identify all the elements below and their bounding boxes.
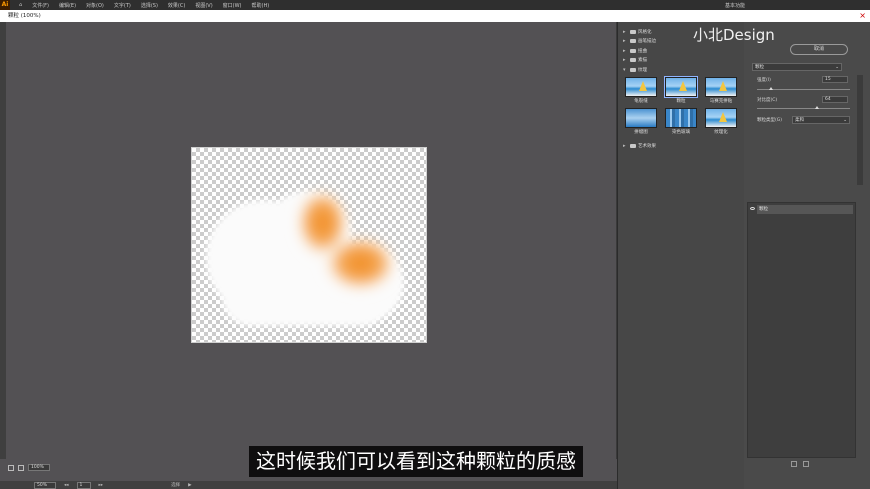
intensity-label: 强度(I) bbox=[757, 78, 771, 83]
menu-help[interactable]: 帮助(H) bbox=[247, 2, 275, 9]
illustrator-logo-icon: Ai bbox=[0, 0, 10, 10]
chevron-right-icon: ▸ bbox=[623, 28, 626, 35]
cancel-button[interactable]: 取消 bbox=[790, 44, 848, 55]
category-artistic[interactable]: ▸ 艺术效果 bbox=[618, 141, 656, 151]
folder-icon bbox=[630, 29, 636, 34]
chevron-down-icon: ▾ bbox=[623, 66, 626, 73]
category-label: 素描 bbox=[638, 58, 647, 64]
contrast-slider-knob[interactable] bbox=[814, 106, 819, 109]
category-label: 纹理 bbox=[638, 67, 647, 73]
thumb-label: 染色玻璃 bbox=[672, 130, 690, 135]
folder-icon bbox=[630, 39, 636, 44]
thumb-label: 颗粒 bbox=[676, 99, 686, 104]
tools-strip bbox=[0, 22, 6, 459]
bottom-zoom-field[interactable]: 50% bbox=[34, 481, 56, 489]
watermark: 小北Design bbox=[693, 26, 775, 44]
thumb-label: 纹理化 bbox=[714, 130, 728, 135]
rotate-view-icon[interactable] bbox=[18, 464, 24, 471]
zoom-field[interactable]: 100% bbox=[28, 464, 50, 471]
layer-buttons bbox=[791, 461, 809, 467]
thumb-label: 拼缀图 bbox=[634, 130, 648, 135]
close-icon[interactable]: × bbox=[859, 10, 866, 22]
grain-type-select[interactable]: 柔和 ⌄ bbox=[792, 116, 850, 124]
video-subtitle: 这时候我们可以看到这种颗粒的质感 bbox=[249, 446, 583, 477]
chevron-right-icon: ▸ bbox=[623, 38, 626, 45]
menu-select[interactable]: 选择(S) bbox=[136, 2, 163, 9]
bottom-status-bar: 50% ◂◂ 1 ▸▸ 选择 ▶ bbox=[0, 481, 617, 489]
intensity-slider-knob[interactable] bbox=[768, 87, 773, 90]
menu-type[interactable]: 文字(T) bbox=[109, 2, 136, 9]
thumb-texturizer[interactable]: 纹理化 bbox=[703, 108, 739, 135]
grain-type-value: 柔和 bbox=[795, 118, 804, 123]
home-icon[interactable]: ⌂ bbox=[14, 2, 27, 8]
category-label: 艺术效果 bbox=[638, 143, 656, 149]
page-field[interactable]: 1 bbox=[76, 481, 91, 489]
artboard[interactable] bbox=[191, 147, 427, 343]
artboard-nav-icon[interactable] bbox=[8, 464, 14, 471]
folder-icon bbox=[630, 48, 636, 53]
category-texture[interactable]: ▾ 纹理 bbox=[618, 65, 744, 75]
thumb-mosaic-tiles[interactable]: 马赛克拼贴 bbox=[703, 77, 739, 104]
folder-icon bbox=[630, 143, 636, 148]
thumb-label: 龟裂缝 bbox=[634, 99, 648, 104]
menu-effect[interactable]: 效果(C) bbox=[163, 2, 190, 9]
texture-thumbnails: 龟裂缝 颗粒 马赛克拼贴 拼缀图 染色玻璃 纹理化 bbox=[623, 76, 739, 135]
effect-layer-item[interactable]: 颗粒 bbox=[757, 205, 853, 214]
chevron-down-icon: ⌄ bbox=[835, 65, 839, 70]
settings-scrollbar[interactable] bbox=[857, 75, 863, 185]
category-label: 画笔描边 bbox=[638, 39, 656, 45]
thumb-stained-glass[interactable]: 染色玻璃 bbox=[663, 108, 699, 135]
thumb-grain[interactable]: 颗粒 bbox=[663, 76, 699, 104]
delete-effect-layer-icon[interactable] bbox=[803, 461, 809, 467]
category-label: 扭曲 bbox=[638, 48, 647, 54]
folder-open-icon bbox=[630, 67, 636, 72]
next-page-icon[interactable]: ▸▸ bbox=[99, 483, 104, 488]
grain-type-label: 颗粒类型(G) bbox=[757, 118, 782, 123]
current-tool-label: 选择 bbox=[171, 483, 181, 488]
chevron-down-icon: ⌄ bbox=[843, 118, 847, 123]
menu-edit[interactable]: 编辑(E) bbox=[54, 2, 81, 9]
chevron-right-icon: ▸ bbox=[623, 47, 626, 54]
eye-icon[interactable] bbox=[750, 207, 755, 210]
menu-file[interactable]: 文件(F) bbox=[27, 2, 54, 9]
contrast-input[interactable]: 64 bbox=[822, 96, 848, 103]
contrast-slider[interactable] bbox=[757, 106, 850, 109]
folder-icon bbox=[630, 58, 636, 63]
menu-bar: Ai ⌂ 文件(F) 编辑(E) 对象(O) 文字(T) 选择(S) 效果(C)… bbox=[0, 0, 870, 10]
filter-gallery-panel: ▸ 风格化 ▸ 画笔描边 ▸ 扭曲 ▸ 素描 ▾ 纹理 龟裂缝 颗粒 马赛克拼贴… bbox=[618, 22, 744, 489]
filter-select-value: 颗粒 bbox=[755, 65, 764, 70]
cloud-artwork[interactable] bbox=[192, 148, 427, 343]
category-label: 风格化 bbox=[638, 29, 652, 35]
filter-select[interactable]: 颗粒 ⌄ bbox=[752, 63, 842, 71]
document-title: 颗粒 (100%) bbox=[8, 13, 41, 19]
play-icon[interactable]: ▶ bbox=[188, 483, 191, 488]
category-sketch[interactable]: ▸ 素描 bbox=[618, 56, 744, 66]
intensity-input[interactable]: 15 bbox=[822, 76, 848, 83]
chevron-right-icon: ▸ bbox=[623, 57, 626, 64]
category-distort[interactable]: ▸ 扭曲 bbox=[618, 46, 744, 56]
menu-window[interactable]: 窗口(W) bbox=[218, 2, 247, 9]
thumb-craquelure[interactable]: 龟裂缝 bbox=[623, 77, 659, 104]
thumb-patchwork[interactable]: 拼缀图 bbox=[623, 108, 659, 135]
menu-view[interactable]: 视图(V) bbox=[190, 2, 217, 9]
new-effect-layer-icon[interactable] bbox=[791, 461, 797, 467]
thumb-label: 马赛克拼贴 bbox=[709, 99, 733, 104]
contrast-label: 对比度(C) bbox=[757, 98, 778, 103]
document-tab[interactable]: 颗粒 (100%) × bbox=[0, 10, 870, 22]
chevron-right-icon: ▸ bbox=[623, 142, 626, 149]
intensity-slider[interactable] bbox=[757, 87, 850, 90]
workspace-switcher[interactable]: 基本功能 bbox=[720, 2, 750, 9]
prev-page-icon[interactable]: ◂◂ bbox=[64, 483, 69, 488]
effect-layers-list: 颗粒 bbox=[747, 202, 856, 458]
menu-object[interactable]: 对象(O) bbox=[81, 2, 109, 9]
